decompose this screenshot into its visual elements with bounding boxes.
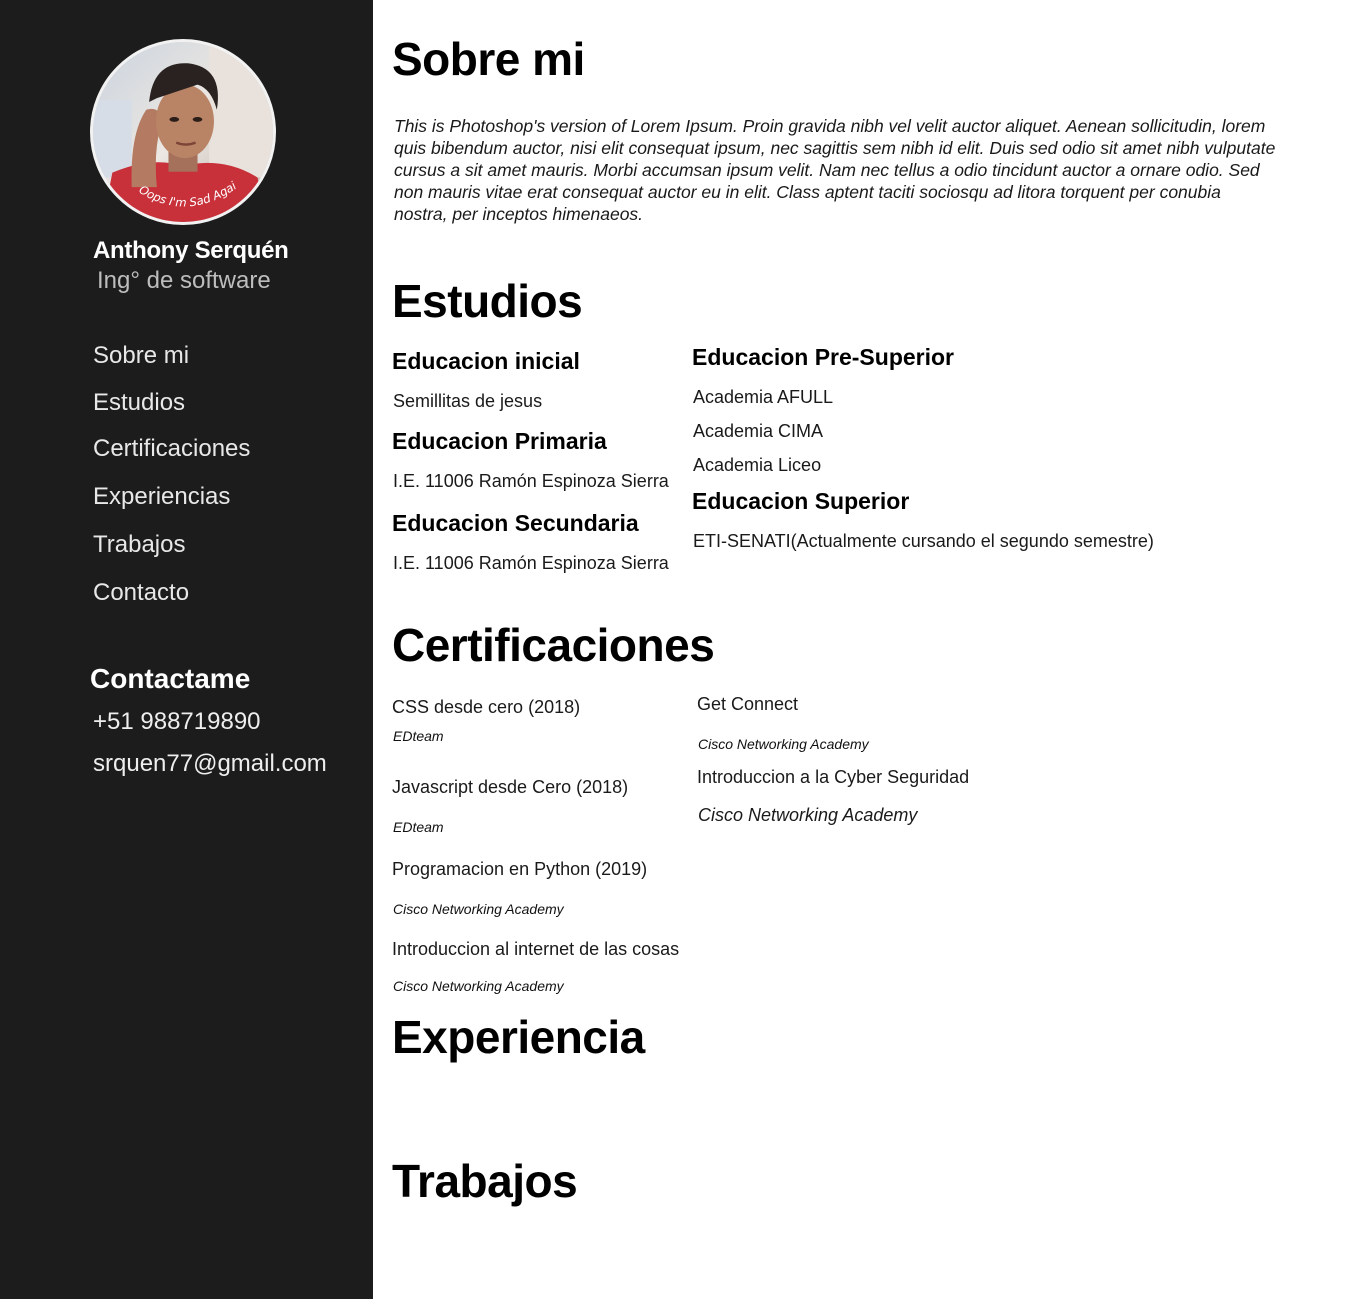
cert-issuer: Cisco Networking Academy — [393, 901, 564, 917]
cert-issuer: Cisco Networking Academy — [698, 736, 869, 752]
study-heading: Educacion Superior — [692, 488, 910, 514]
cert-issuer: EDteam — [393, 728, 444, 744]
cert-issuer: Cisco Networking Academy — [393, 978, 564, 994]
contact-title: Contactame — [90, 663, 251, 694]
cert-issuer: Cisco Networking Academy — [698, 805, 918, 825]
study-heading: Educacion inicial — [392, 348, 580, 374]
sidebar: Oops I'm Sad Again Anthony Serquén Ing° … — [0, 0, 373, 1299]
cert-issuer: EDteam — [393, 819, 444, 835]
profile-photo: Oops I'm Sad Again — [93, 42, 273, 222]
nav-item-trabajos[interactable]: Trabajos — [93, 531, 185, 559]
study-item: Semillitas de jesus — [393, 391, 543, 411]
cert-name: CSS desde cero (2018) — [392, 697, 581, 717]
study-item: Academia Liceo — [693, 455, 822, 475]
nav-item-certificaciones[interactable]: Certificaciones — [93, 435, 250, 463]
study-heading: Educacion Primaria — [392, 428, 607, 454]
certifications-title: Certificaciones — [392, 619, 715, 671]
cert-name: Programacion en Python (2019) — [392, 859, 648, 879]
cert-name: Introduccion a la Cyber Seguridad — [697, 767, 970, 787]
contact-phone: +51 988719890 — [93, 708, 261, 735]
about-title: Sobre mi — [392, 33, 585, 85]
experience-title: Experiencia — [392, 1011, 645, 1063]
study-item: ETI-SENATI(Actualmente cursando el segun… — [693, 531, 1154, 551]
profile-role: Ing° de software — [97, 267, 271, 294]
about-text: This is Photoshop's version of Lorem Ips… — [394, 116, 1276, 224]
nav-item-experiencias[interactable]: Experiencias — [93, 483, 230, 511]
study-item: I.E. 11006 Ramón Espinoza Sierra — [393, 471, 669, 491]
nav-item-estudios[interactable]: Estudios — [93, 389, 185, 417]
contact-email: srquen77@gmail.com — [93, 750, 327, 777]
cert-name: Introduccion al internet de las cosas — [392, 939, 680, 959]
study-item: I.E. 11006 Ramón Espinoza Sierra — [393, 553, 669, 573]
nav-item-sobre-mi[interactable]: Sobre mi — [93, 342, 189, 370]
nav-item-contacto[interactable]: Contacto — [93, 579, 189, 607]
study-item: Academia CIMA — [693, 421, 824, 441]
study-heading: Educacion Secundaria — [392, 510, 639, 536]
cert-name: Get Connect — [697, 694, 799, 714]
avatar: Oops I'm Sad Again — [90, 39, 276, 225]
works-title: Trabajos — [392, 1155, 578, 1207]
profile-name: Anthony Serquén — [93, 237, 289, 264]
study-heading: Educacion Pre-Superior — [692, 344, 955, 370]
study-item: Academia AFULL — [693, 387, 834, 407]
cert-name: Javascript desde Cero (2018) — [392, 777, 629, 797]
studies-title: Estudios — [392, 275, 583, 327]
